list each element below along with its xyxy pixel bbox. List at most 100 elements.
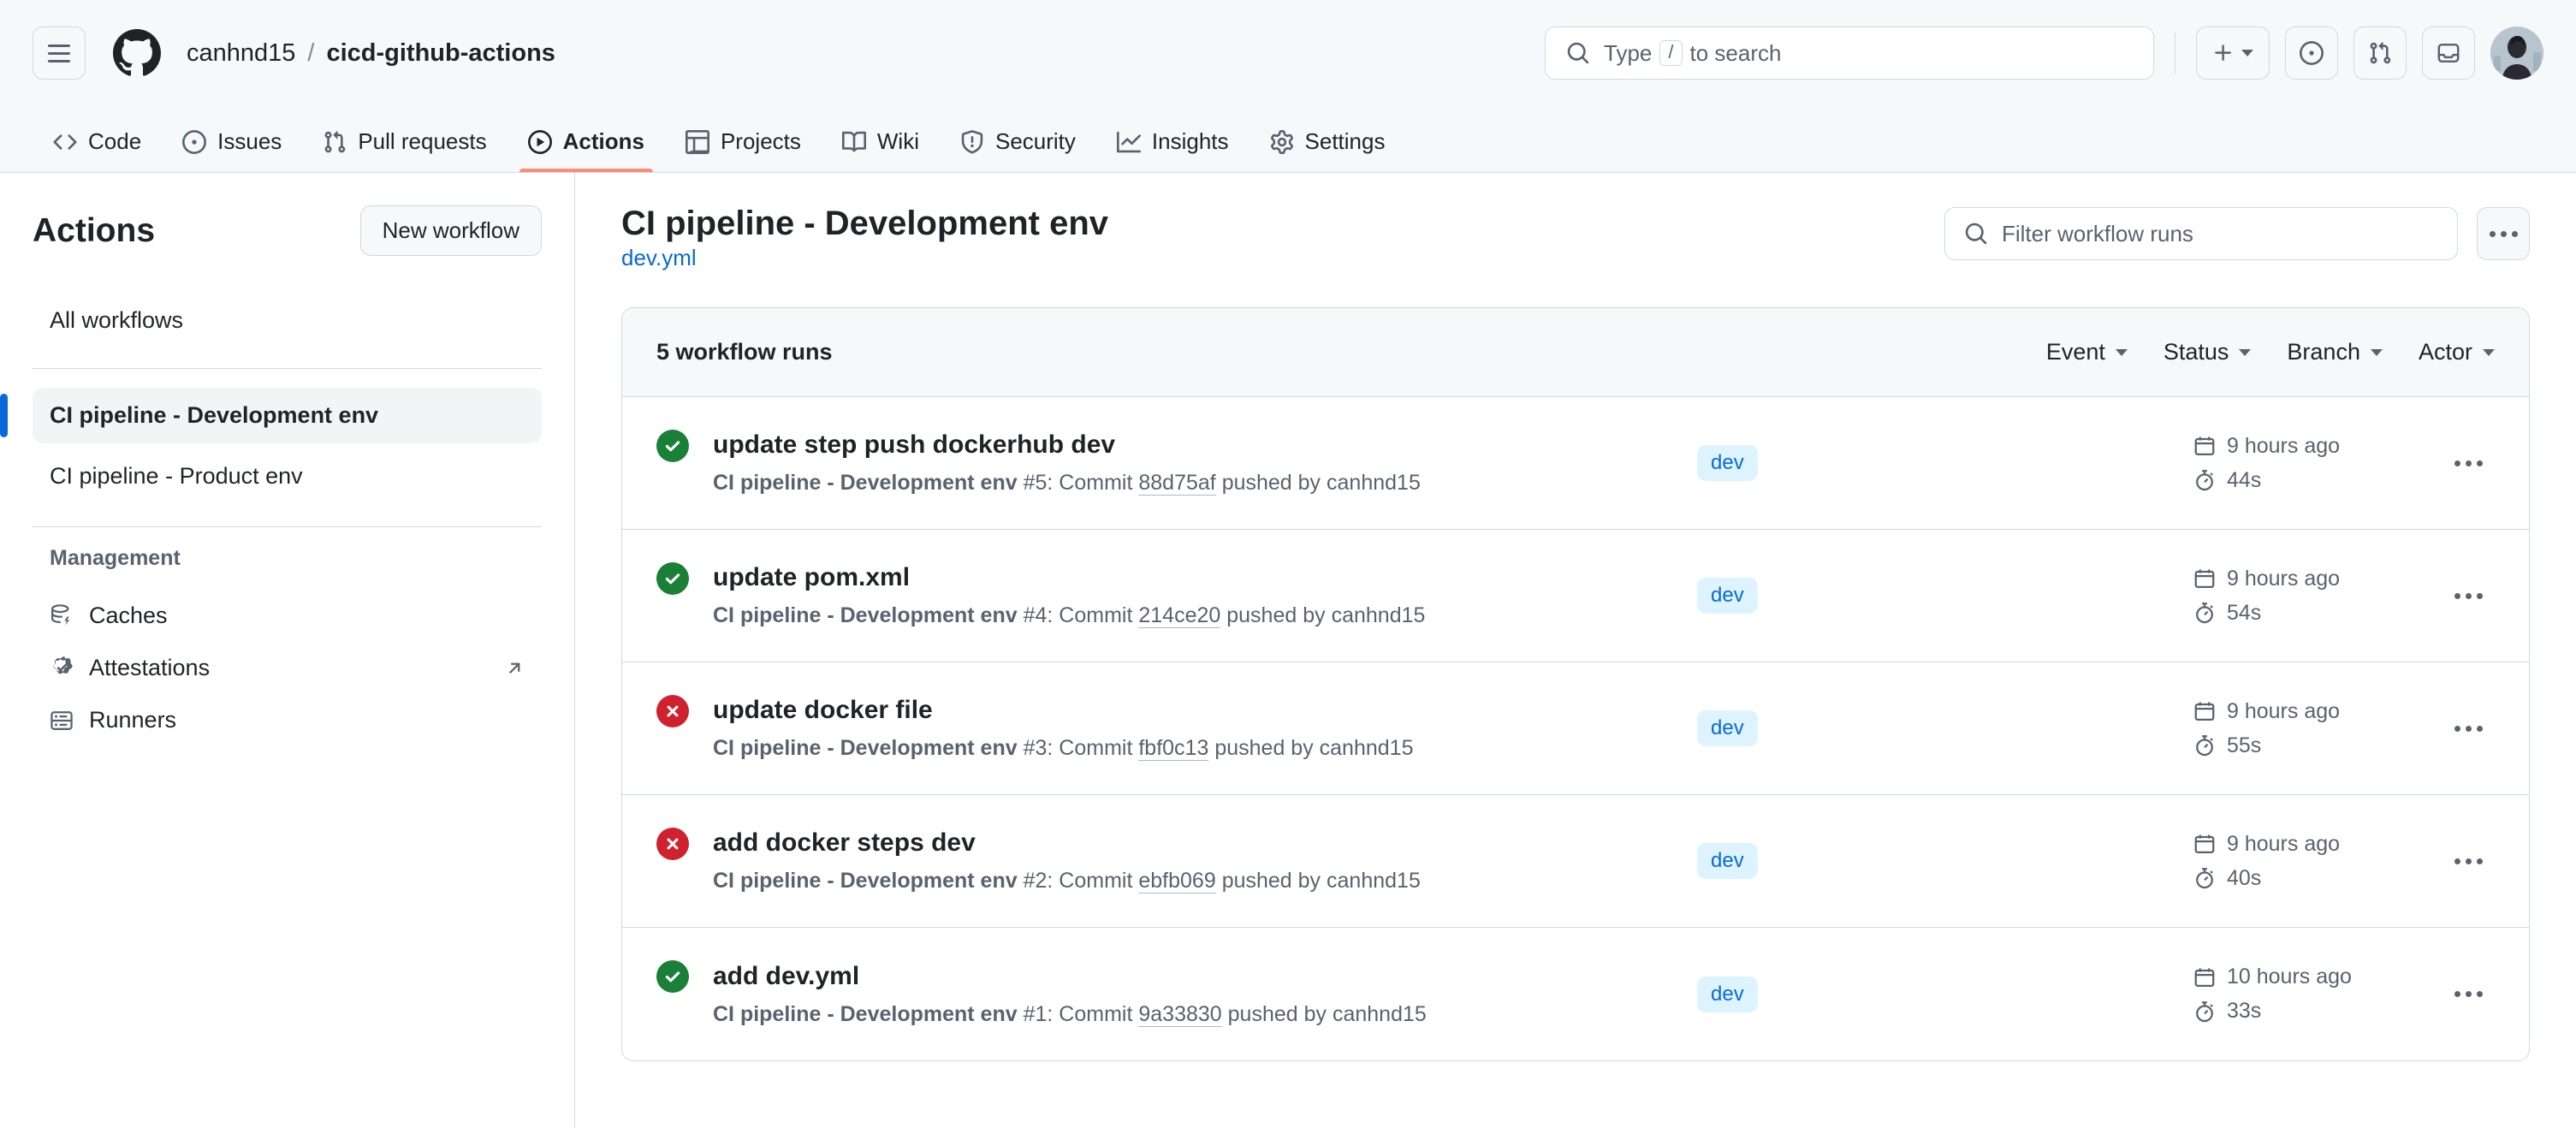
- run-title[interactable]: update step push dockerhub dev: [713, 430, 1697, 460]
- issues-button[interactable]: [2285, 27, 2338, 80]
- run-branch-cell: dev: [1697, 445, 1945, 481]
- breadcrumb-owner[interactable]: canhnd15: [187, 39, 295, 68]
- nav-tab-projects[interactable]: Projects: [668, 128, 818, 172]
- sidebar-item-attestations[interactable]: Attestations: [33, 642, 542, 694]
- filter-event-dropdown[interactable]: Event: [2046, 339, 2128, 365]
- run-title[interactable]: update docker file: [713, 696, 1697, 725]
- notifications-inbox-button[interactable]: [2422, 27, 2475, 80]
- filter-status-dropdown[interactable]: Status: [2163, 339, 2252, 365]
- run-commit-sha[interactable]: fbf0c13: [1138, 736, 1209, 761]
- run-branch-badge[interactable]: dev: [1697, 843, 1758, 879]
- filter-actor-dropdown[interactable]: Actor: [2419, 339, 2495, 365]
- run-meta: CI pipeline - Development env #2: Commit…: [713, 869, 1697, 893]
- run-commit-sha[interactable]: 9a33830: [1138, 1001, 1222, 1027]
- sidebar-item-workflow-development[interactable]: CI pipeline - Development env: [0, 388, 542, 443]
- run-time-cell: 10 hours ago 33s: [2193, 965, 2407, 1024]
- run-time-cell: 9 hours ago 54s: [2193, 567, 2407, 626]
- run-duration: 44s: [2193, 468, 2407, 493]
- run-number-text: #5:: [1023, 471, 1054, 495]
- run-duration-text: 33s: [2227, 999, 2262, 1023]
- run-branch-badge[interactable]: dev: [1697, 976, 1758, 1012]
- pull-requests-button[interactable]: [2353, 27, 2407, 80]
- stopwatch-icon: [2196, 1000, 2213, 1022]
- create-new-button[interactable]: [2196, 27, 2270, 80]
- run-timestamp-text: 9 hours ago: [2227, 433, 2341, 458]
- run-number-text: #4:: [1023, 603, 1054, 627]
- hamburger-menu-icon[interactable]: [33, 27, 86, 80]
- breadcrumb-repo[interactable]: cicd-github-actions: [326, 39, 555, 68]
- github-mark-icon[interactable]: [113, 29, 161, 77]
- run-title[interactable]: add dev.yml: [713, 962, 1697, 991]
- sidebar-divider-bottom: [33, 526, 542, 527]
- graph-icon: [1116, 131, 1141, 152]
- run-time-cell: 9 hours ago 40s: [2193, 832, 2407, 891]
- workflow-header-controls: Filter workflow runs: [1944, 202, 2530, 260]
- workflow-runs-toolbar: 5 workflow runs Event Status Branch Acto…: [622, 308, 2529, 397]
- run-workflow-name: CI pipeline - Development env: [713, 603, 1024, 627]
- workflow-run-row[interactable]: update pom.xml CI pipeline - Development…: [622, 530, 2529, 662]
- chevron-down-icon: [2483, 348, 2495, 356]
- stopwatch-icon: [2196, 735, 2213, 757]
- run-more-options-button[interactable]: [2442, 974, 2495, 1015]
- sidebar-item-workflow-product[interactable]: CI pipeline - Product env: [33, 448, 542, 504]
- run-title[interactable]: update pom.xml: [713, 563, 1697, 592]
- workflow-file-link[interactable]: dev.yml: [621, 245, 697, 270]
- run-commit-sha[interactable]: ebfb069: [1138, 869, 1216, 893]
- run-more-options-button[interactable]: [2442, 840, 2495, 882]
- run-commit-word: Commit: [1059, 1001, 1133, 1026]
- nav-tab-pull-requests[interactable]: Pull requests: [306, 128, 503, 172]
- new-workflow-button[interactable]: New workflow: [359, 205, 542, 256]
- nav-tab-actions[interactable]: Actions: [511, 128, 662, 172]
- slash-key-hint: /: [1659, 39, 1683, 67]
- run-timestamp: 10 hours ago: [2193, 965, 2407, 989]
- run-pushed-by-text: pushed by: [1227, 1001, 1327, 1026]
- filter-workflow-runs-input[interactable]: Filter workflow runs: [1944, 207, 2458, 260]
- workflow-run-row[interactable]: update docker file CI pipeline - Develop…: [622, 662, 2529, 795]
- run-time-cell: 9 hours ago 44s: [2193, 434, 2407, 493]
- sidebar-item-caches[interactable]: Caches: [33, 590, 542, 642]
- issue-opened-icon: [2300, 41, 2324, 65]
- nav-tab-wiki[interactable]: Wiki: [825, 128, 936, 172]
- run-timestamp: 9 hours ago: [2193, 434, 2407, 459]
- sidebar-item-runners[interactable]: Runners: [33, 694, 542, 746]
- run-main: add docker steps dev CI pipeline - Devel…: [713, 828, 1697, 893]
- table-icon: [685, 129, 709, 154]
- run-more-options-button[interactable]: [2442, 708, 2495, 749]
- workflow-run-row[interactable]: add dev.yml CI pipeline - Development en…: [622, 928, 2529, 1060]
- plus-icon: [2215, 45, 2231, 61]
- workflow-run-row[interactable]: update step push dockerhub dev CI pipeli…: [622, 397, 2529, 530]
- run-title[interactable]: add docker steps dev: [713, 828, 1697, 858]
- search-input[interactable]: Type / to search: [1545, 27, 2154, 80]
- run-commit-sha[interactable]: 214ce20: [1138, 603, 1221, 628]
- avatar[interactable]: [2490, 27, 2543, 80]
- run-commit-sha[interactable]: 88d75af: [1138, 471, 1216, 496]
- global-header: canhnd15 / cicd-github-actions Type / to…: [0, 0, 2576, 106]
- calendar-icon: [2194, 702, 2215, 721]
- nav-tab-security[interactable]: Security: [943, 128, 1093, 172]
- run-number-text: #1:: [1023, 1001, 1054, 1026]
- run-branch-cell: dev: [1697, 578, 1945, 614]
- nav-tab-insights[interactable]: Insights: [1100, 128, 1246, 172]
- run-more-options-button[interactable]: [2442, 575, 2495, 616]
- nav-tab-issues[interactable]: Issues: [165, 128, 299, 172]
- run-timestamp: 9 hours ago: [2193, 567, 2407, 591]
- nav-tab-settings[interactable]: Settings: [1253, 128, 1403, 172]
- run-workflow-name: CI pipeline - Development env: [713, 1001, 1024, 1026]
- external-link-icon: [504, 658, 525, 679]
- cache-icon: [51, 603, 70, 626]
- run-branch-cell: dev: [1697, 976, 1945, 1012]
- sidebar-item-all-workflows[interactable]: All workflows: [33, 295, 542, 346]
- calendar-icon: [2194, 834, 2215, 854]
- workflow-run-row[interactable]: add docker steps dev CI pipeline - Devel…: [622, 795, 2529, 928]
- workflow-more-options-button[interactable]: [2477, 207, 2530, 260]
- nav-tab-code[interactable]: Code: [36, 128, 158, 172]
- run-duration-text: 40s: [2227, 865, 2262, 890]
- run-pushed-by-text: pushed by: [1214, 736, 1314, 760]
- filter-branch-dropdown[interactable]: Branch: [2287, 339, 2383, 365]
- repository-nav: Code Issues Pull requests Actions Projec…: [0, 106, 2576, 173]
- nav-tab-label: Projects: [720, 128, 801, 154]
- run-branch-badge[interactable]: dev: [1697, 578, 1758, 614]
- run-branch-badge[interactable]: dev: [1697, 710, 1758, 746]
- run-more-options-button[interactable]: [2442, 442, 2495, 484]
- run-branch-badge[interactable]: dev: [1697, 445, 1758, 481]
